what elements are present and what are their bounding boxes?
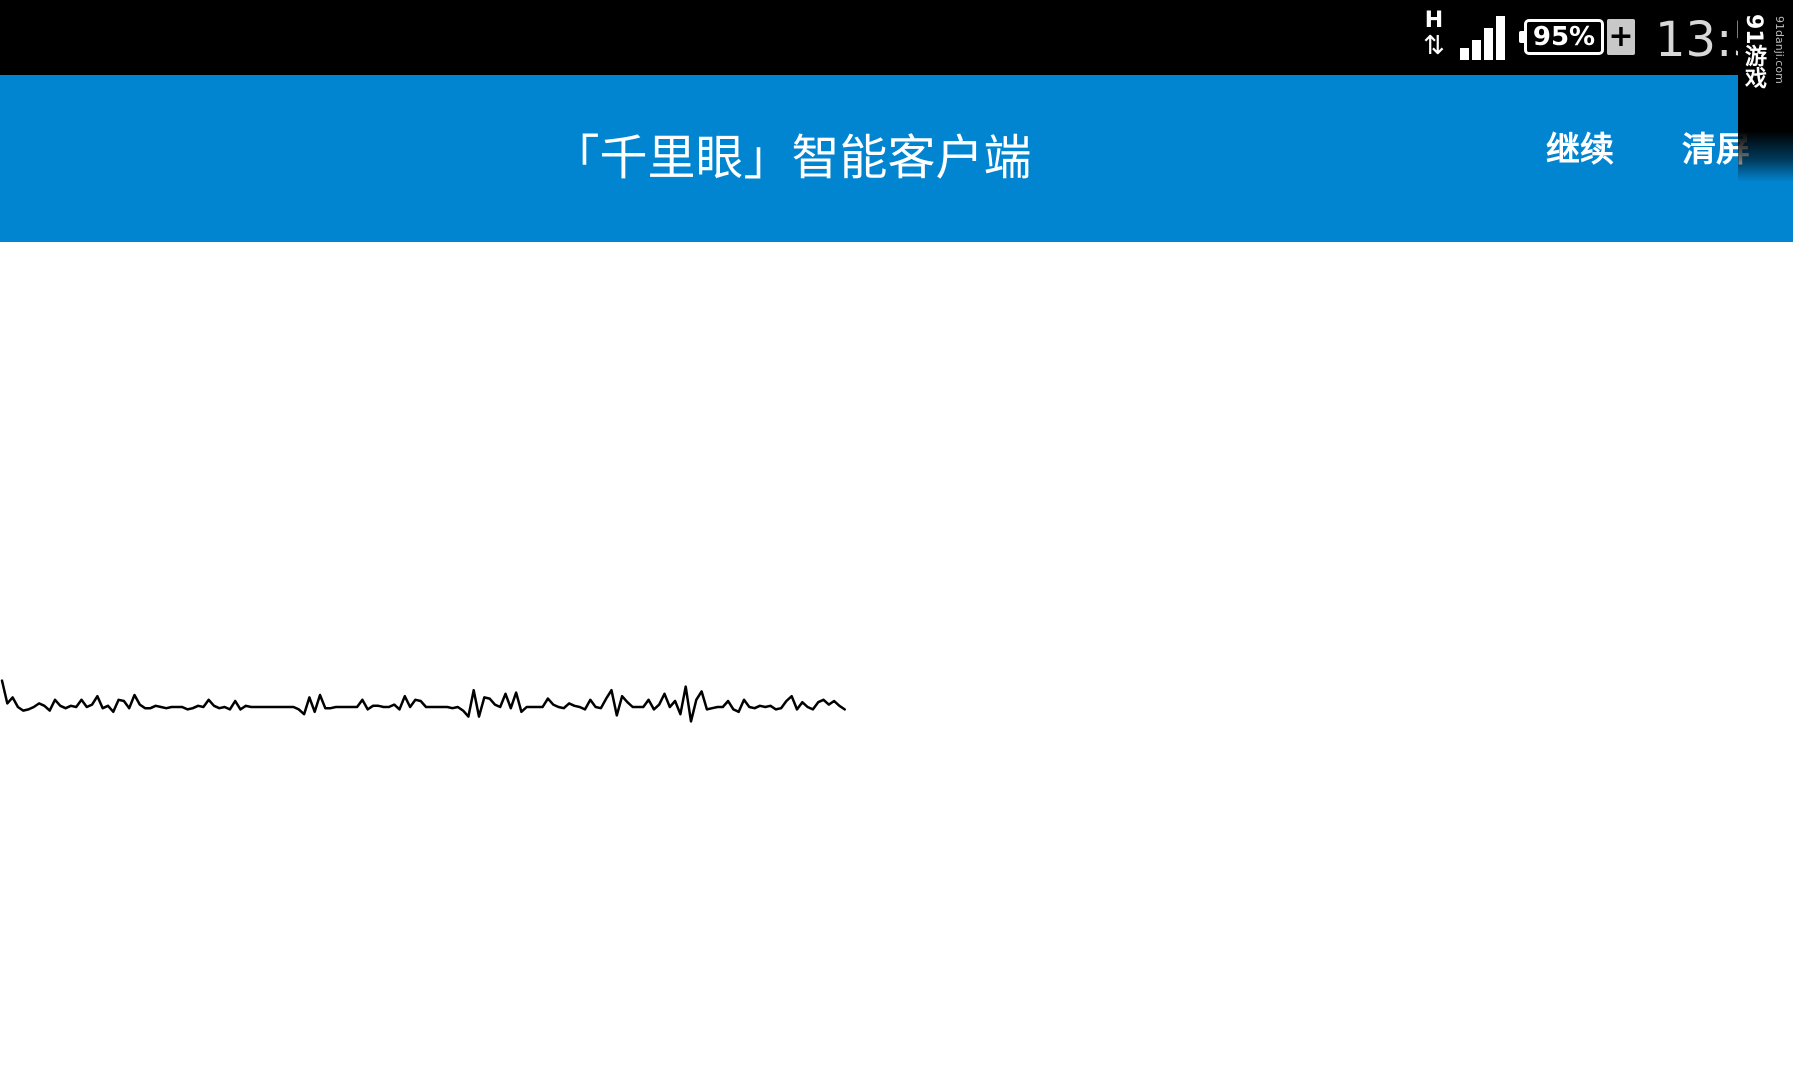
network-type-label: H	[1424, 8, 1444, 33]
watermark-logo: 91游戏 91danji.com	[1738, 0, 1793, 182]
status-bar: H ⇅ 95% + 13:5	[0, 0, 1793, 75]
waveform-display	[0, 679, 846, 723]
continue-button[interactable]: 继续	[1530, 120, 1630, 180]
data-activity-icon: ⇅	[1423, 31, 1445, 61]
page-title: 「千里眼」智能客户端	[551, 130, 1032, 186]
waveform-line	[0, 679, 846, 723]
network-type-indicator: H ⇅	[1414, 10, 1454, 66]
signal-icon	[1460, 16, 1505, 60]
watermark-url: 91danji.com	[1773, 16, 1786, 84]
battery-icon: 95%	[1519, 19, 1604, 55]
watermark-text: 91游戏	[1741, 14, 1766, 89]
battery-percent: 95%	[1532, 22, 1596, 52]
app-bar: 「千里眼」智能客户端 继续 清屏	[0, 75, 1793, 242]
charging-icon: +	[1607, 19, 1635, 55]
